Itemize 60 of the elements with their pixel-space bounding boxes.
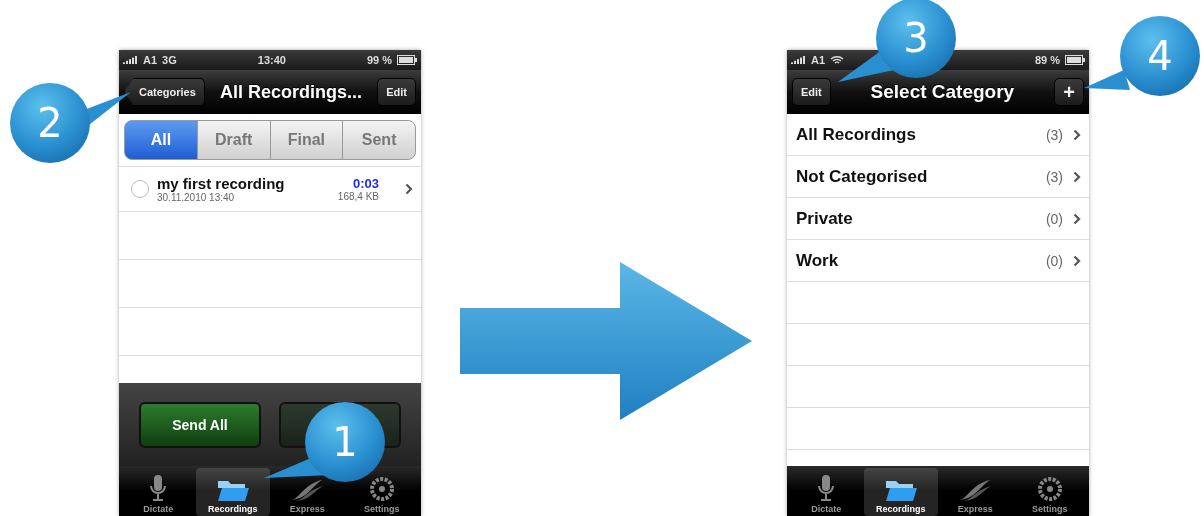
category-row[interactable]: Not Categorised (3) <box>787 156 1089 198</box>
step-number: 1 <box>332 419 358 465</box>
category-name: All Recordings <box>796 124 917 145</box>
signal-icon <box>123 55 138 65</box>
back-button[interactable]: Categories <box>124 78 205 106</box>
tab-bar-item[interactable]: Express <box>270 468 345 516</box>
swoosh-icon <box>290 478 325 502</box>
recording-duration: 0:03 <box>352 176 379 191</box>
edit-button[interactable]: Edit <box>792 78 831 106</box>
category-name: Private <box>796 208 854 229</box>
screen-title: Select Category <box>870 81 1015 103</box>
gear-icon <box>368 476 395 502</box>
battery-text: 89 % <box>1034 54 1060 66</box>
network-text: 3G <box>162 54 177 66</box>
chevron-icon <box>1073 212 1081 225</box>
tab-bar-item[interactable]: Recordings <box>863 468 938 516</box>
recording-date: 30.11.2010 13:40 <box>157 192 235 203</box>
chevron-icon <box>1073 128 1081 141</box>
recording-title: my first recording <box>157 175 285 192</box>
category-count: (0) <box>1045 210 1063 227</box>
folder-icon <box>884 478 917 502</box>
tab-bar-item[interactable]: Dictate <box>789 468 864 516</box>
arrow-icon <box>460 262 752 420</box>
signal-icon <box>791 55 806 65</box>
battery-icon <box>397 55 417 65</box>
clock-text: 13:40 <box>257 54 286 66</box>
category-name: Not Categorised <box>796 166 929 187</box>
microphone-icon <box>817 474 836 502</box>
carrier-text: A1 <box>811 54 826 66</box>
filter-tab[interactable]: All <box>124 120 198 160</box>
add-button[interactable]: + <box>1054 78 1084 106</box>
battery-icon <box>1065 55 1085 65</box>
folder-icon <box>216 478 249 502</box>
send-all-button[interactable]: Send All <box>139 401 261 448</box>
select-radio[interactable] <box>131 180 149 198</box>
chevron-icon <box>1073 254 1081 267</box>
gear-icon <box>1036 476 1063 502</box>
swoosh-icon <box>958 478 993 502</box>
tab-bar-item[interactable]: Dictate <box>121 468 196 516</box>
recording-size: 168,4 KB <box>337 191 379 202</box>
screen-title: All Recordings... <box>220 81 363 103</box>
category-name: Work <box>796 250 840 271</box>
edit-button[interactable]: Edit <box>377 78 416 106</box>
tab-bar-item[interactable]: Recordings <box>195 468 270 516</box>
carrier-text: A1 <box>143 54 158 66</box>
tab-bar-item[interactable]: Settings <box>344 468 419 516</box>
microphone-icon <box>149 474 168 502</box>
category-count: (3) <box>1045 126 1063 143</box>
chevron-icon <box>1073 170 1081 183</box>
category-count: (0) <box>1045 252 1063 269</box>
category-row[interactable]: All Recordings (3) <box>787 114 1089 156</box>
tab-bar-item[interactable]: Express <box>938 468 1013 516</box>
step-number: 4 <box>1147 33 1173 79</box>
tab-bar-item[interactable]: Settings <box>1012 468 1087 516</box>
step-number: 3 <box>903 15 929 61</box>
chevron-icon <box>405 183 413 195</box>
battery-text: 99 % <box>366 54 392 66</box>
step-number: 2 <box>37 100 63 146</box>
category-row[interactable]: Private (0) <box>787 198 1089 240</box>
category-count: (3) <box>1045 168 1063 185</box>
